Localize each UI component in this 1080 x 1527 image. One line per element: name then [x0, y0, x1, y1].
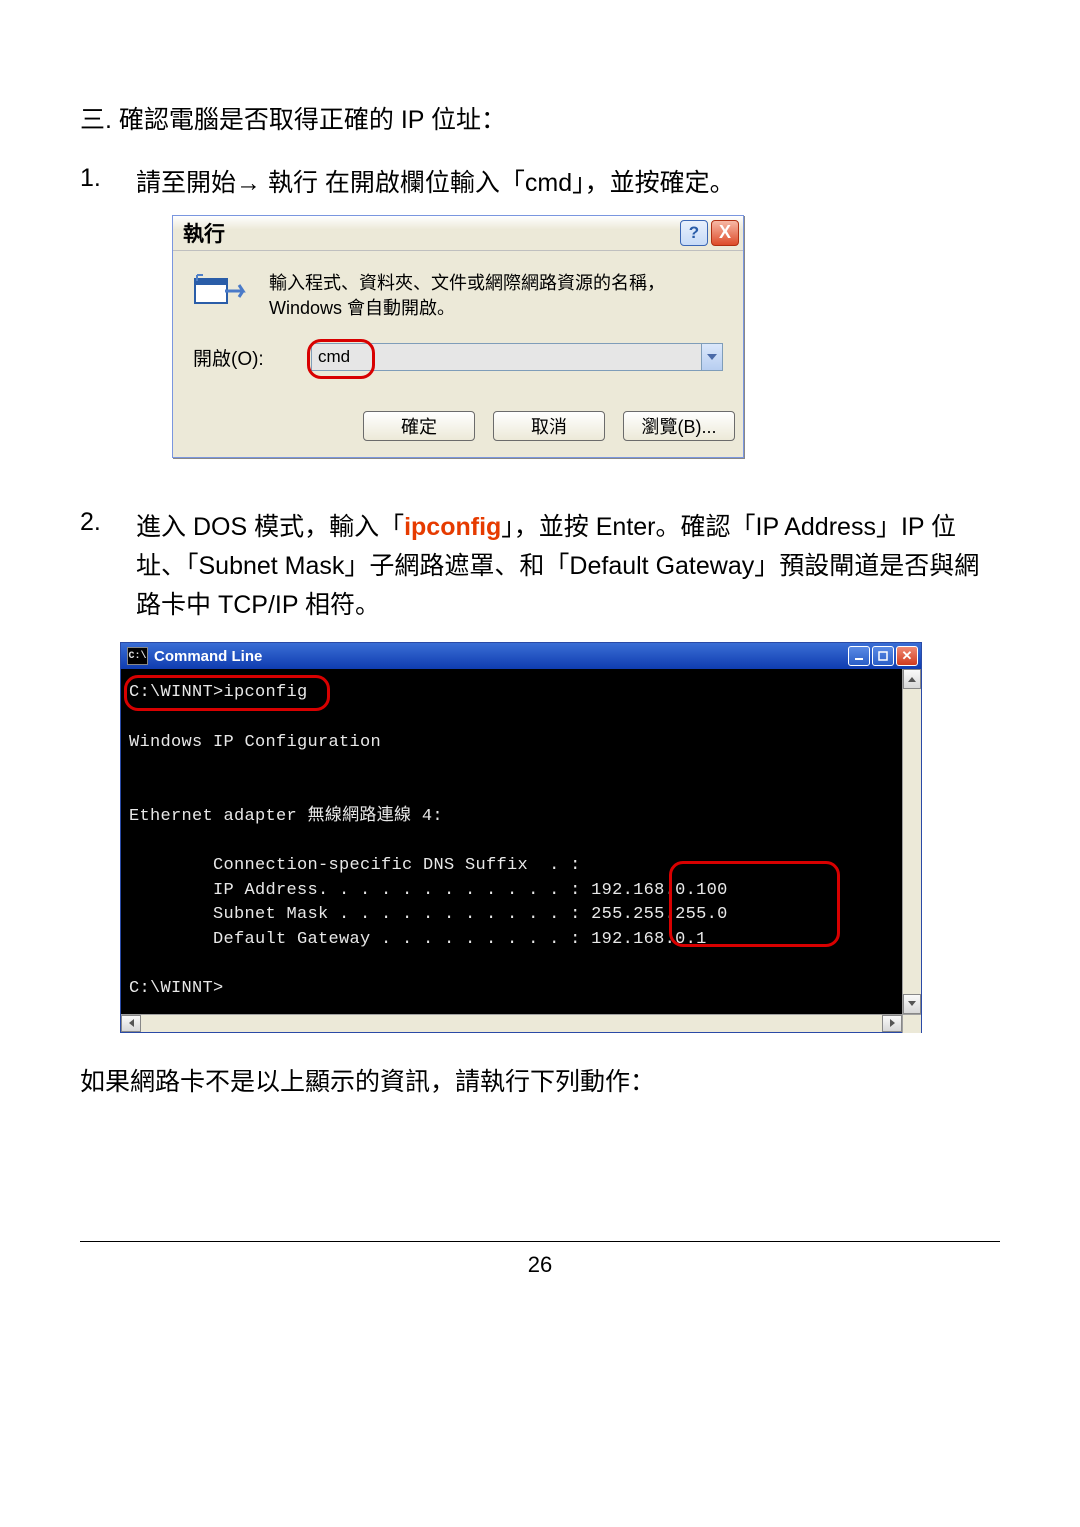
- minimize-button[interactable]: [848, 646, 870, 666]
- cancel-button[interactable]: 取消: [493, 411, 605, 441]
- cmd-output[interactable]: C:\WINNT>ipconfig Windows IP Configurati…: [121, 669, 902, 1013]
- step-1-number: 1.: [80, 164, 136, 203]
- cmd-title: Command Line: [154, 648, 846, 665]
- cmd-line-3: Ethernet adapter 無線網路連線 4:: [129, 807, 443, 826]
- browse-button[interactable]: 瀏覽(B)...: [623, 411, 735, 441]
- run-dialog-titlebar: 執行 ? X: [173, 216, 743, 251]
- cmd-line-6: Subnet Mask . . . . . . . . . . . : 255.…: [129, 905, 728, 924]
- dropdown-button[interactable]: [701, 344, 722, 370]
- page-number: 26: [528, 1252, 552, 1277]
- page-footer: 26: [80, 1241, 1000, 1308]
- vertical-scrollbar[interactable]: [902, 669, 921, 1013]
- chevron-down-icon: [707, 354, 717, 360]
- caret-down-icon: [908, 1001, 916, 1006]
- run-dialog-description: 輸入程式、資料夾、文件或網際網路資源的名稱，Windows 會自動開啟。: [269, 271, 723, 321]
- command-line-window: C:\ Command Line ✕ C:\WINNT>ipconfig Win…: [120, 642, 922, 1032]
- cmd-close-button[interactable]: ✕: [896, 646, 918, 666]
- caret-left-icon: [129, 1019, 134, 1027]
- step-1-text-b: 執行 在開啟欄位輸入「cmd」，並按確定。: [261, 169, 735, 197]
- minimize-icon: [854, 651, 864, 661]
- scroll-down-button[interactable]: [903, 994, 921, 1014]
- help-button[interactable]: ?: [680, 220, 708, 246]
- scroll-track-h[interactable]: [141, 1015, 882, 1032]
- step-2: 2. 進入 DOS 模式，輸入「ipconfig」，並按 Enter。確認「IP…: [80, 508, 1000, 624]
- section-heading: 三. 確認電腦是否取得正確的 IP 位址：: [80, 100, 1000, 136]
- step-2-text: 進入 DOS 模式，輸入「ipconfig」，並按 Enter。確認「IP Ad…: [136, 508, 1000, 624]
- ipconfig-keyword: ipconfig: [404, 513, 501, 541]
- scroll-up-button[interactable]: [903, 669, 921, 689]
- scroll-track[interactable]: [903, 689, 921, 993]
- step-2-number: 2.: [80, 508, 136, 624]
- cmd-line-8: C:\WINNT>: [129, 979, 224, 998]
- caret-up-icon: [908, 677, 916, 682]
- ok-button[interactable]: 確定: [363, 411, 475, 441]
- cmd-line-4: Connection-specific DNS Suffix . :: [129, 856, 581, 875]
- run-program-icon: [193, 273, 247, 313]
- open-label: 開啟(O):: [193, 344, 281, 371]
- cmd-line-1: C:\WINNT>ipconfig: [129, 683, 308, 702]
- caret-right-icon: [890, 1019, 895, 1027]
- cmd-titlebar: C:\ Command Line ✕: [121, 643, 921, 669]
- arrow-icon: →: [236, 169, 261, 197]
- cmd-line-7: Default Gateway . . . . . . . . . : 192.…: [129, 930, 707, 949]
- step-1-text: 請至開始→ 執行 在開啟欄位輸入「cmd」，並按確定。: [136, 164, 1000, 203]
- run-dialog: 執行 ? X 輸入程式、資料夾、文件或網際網路資源的名稱，Windows 會自動…: [172, 215, 744, 458]
- open-combobox[interactable]: [311, 343, 723, 371]
- step-1: 1. 請至開始→ 執行 在開啟欄位輸入「cmd」，並按確定。: [80, 164, 1000, 203]
- horizontal-scrollbar[interactable]: [121, 1014, 902, 1032]
- maximize-icon: [878, 651, 888, 661]
- cmd-line-2: Windows IP Configuration: [129, 733, 381, 752]
- scroll-right-button[interactable]: [882, 1015, 902, 1032]
- footnote-text: 如果網路卡不是以上顯示的資訊，請執行下列動作：: [80, 1063, 1000, 1102]
- open-input[interactable]: [312, 344, 701, 370]
- maximize-button[interactable]: [872, 646, 894, 666]
- run-dialog-title: 執行: [183, 218, 677, 248]
- cmd-icon: C:\: [127, 647, 148, 665]
- scroll-left-button[interactable]: [121, 1015, 141, 1032]
- cmd-line-5: IP Address. . . . . . . . . . . . : 192.…: [129, 881, 728, 900]
- close-button[interactable]: X: [711, 220, 739, 246]
- step-1-text-a: 請至開始: [136, 169, 236, 197]
- resize-grip[interactable]: [902, 1014, 921, 1033]
- step-2-pre: 進入 DOS 模式，輸入「: [136, 513, 404, 541]
